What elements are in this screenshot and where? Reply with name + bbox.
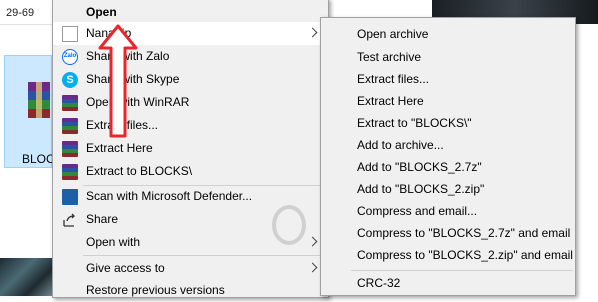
submenu-item-test-archive[interactable]: Test archive <box>321 46 575 69</box>
submenu-item-add-to-archive[interactable]: Add to archive... <box>321 134 575 157</box>
menu-item-label: Share with Skype <box>86 72 180 86</box>
menu-item-label: Add to "BLOCKS_2.7z" <box>357 160 482 174</box>
menu-item-label: Open with WinRAR <box>86 95 190 109</box>
submenu-item-compress-email[interactable]: Compress and email... <box>321 200 575 223</box>
menu-item-restore-versions[interactable]: Restore previous versions <box>53 279 328 302</box>
menu-item-give-access[interactable]: Give access to <box>53 257 328 280</box>
winrar-icon <box>62 95 78 111</box>
menu-item-label: Compress to "BLOCKS_2.zip" and email <box>357 248 573 262</box>
submenu-item-compress-zip-email[interactable]: Compress to "BLOCKS_2.zip" and email <box>321 244 575 267</box>
menu-item-extract-to[interactable]: Extract to BLOCKS\ <box>53 160 328 183</box>
menu-item-label: Open <box>86 5 117 19</box>
menu-item-label: Add to archive... <box>357 138 444 152</box>
submenu-item-extract-to[interactable]: Extract to "BLOCKS\" <box>321 112 575 135</box>
nanazip-icon <box>62 26 78 42</box>
menu-item-label: Compress and email... <box>357 204 478 218</box>
menu-item-label: NanaZip <box>86 26 132 40</box>
skype-icon: S <box>62 72 78 88</box>
menu-item-label: Extract files... <box>357 72 430 86</box>
menu-item-scan-defender[interactable]: Scan with Microsoft Defender... <box>53 185 328 208</box>
submenu-item-add-to-7z[interactable]: Add to "BLOCKS_2.7z" <box>321 156 575 179</box>
winrar-archive-icon <box>28 82 50 118</box>
menu-item-label: Open archive <box>357 27 429 41</box>
winrar-icon <box>62 141 78 157</box>
menu-item-share[interactable]: Share <box>53 208 328 231</box>
menu-item-open-with[interactable]: Open with <box>53 231 328 254</box>
menu-item-label: Share with Zalo <box>86 49 170 63</box>
background-photo <box>0 258 52 296</box>
explorer-pane <box>575 24 598 296</box>
menu-item-label: Extract to "BLOCKS\" <box>357 116 472 130</box>
nanazip-submenu: Open archive Test archive Extract files.… <box>320 17 576 296</box>
menu-item-label: CRC-32 <box>357 276 401 290</box>
path-text: 29-69 <box>6 7 35 19</box>
menu-separator <box>83 255 326 256</box>
winrar-icon <box>62 118 78 134</box>
menu-item-share-skype[interactable]: S Share with Skype <box>53 68 328 91</box>
menu-item-nanazip[interactable]: NanaZip <box>53 22 328 45</box>
menu-item-open-winrar[interactable]: Open with WinRAR <box>53 91 328 114</box>
menu-item-label: Extract Here <box>357 94 424 108</box>
menu-item-label: Test archive <box>357 50 422 64</box>
menu-item-label: Open with <box>86 235 141 249</box>
chevron-right-icon <box>307 236 318 247</box>
submenu-item-add-to-zip[interactable]: Add to "BLOCKS_2.zip" <box>321 178 575 201</box>
zalo-icon: Zalo <box>62 49 78 65</box>
menu-item-extract-files[interactable]: Extract files... <box>53 114 328 137</box>
divider <box>0 24 52 25</box>
menu-item-label: Add to "BLOCKS_2.zip" <box>357 182 485 196</box>
menu-item-label: Restore previous versions <box>86 283 225 297</box>
menu-item-label: Scan with Microsoft Defender... <box>86 189 253 203</box>
menu-item-share-zalo[interactable]: Zalo Share with Zalo <box>53 45 328 68</box>
menu-item-open[interactable]: Open <box>53 1 328 24</box>
submenu-item-compress-7z-email[interactable]: Compress to "BLOCKS_2.7z" and email <box>321 222 575 245</box>
winrar-icon <box>62 164 78 180</box>
menu-item-label: Share <box>86 212 119 226</box>
submenu-item-extract-here[interactable]: Extract Here <box>321 90 575 113</box>
menu-item-label: Compress to "BLOCKS_2.7z" and email <box>357 226 571 240</box>
chevron-right-icon <box>307 27 318 38</box>
menu-item-label: Extract Here <box>86 141 153 155</box>
menu-item-label: Extract to BLOCKS\ <box>86 164 193 178</box>
menu-item-label: Extract files... <box>86 118 159 132</box>
menu-separator <box>351 270 573 271</box>
submenu-item-crc32[interactable]: CRC-32 <box>321 272 575 295</box>
chevron-right-icon <box>307 262 318 273</box>
menu-item-extract-here[interactable]: Extract Here <box>53 137 328 160</box>
submenu-item-open-archive[interactable]: Open archive <box>321 23 575 46</box>
menu-item-label: Give access to <box>86 261 165 275</box>
share-icon <box>62 212 78 228</box>
submenu-item-extract-files[interactable]: Extract files... <box>321 68 575 91</box>
context-menu: Open NanaZip Zalo Share with Zalo S Shar… <box>52 0 329 298</box>
shield-icon <box>62 189 78 205</box>
